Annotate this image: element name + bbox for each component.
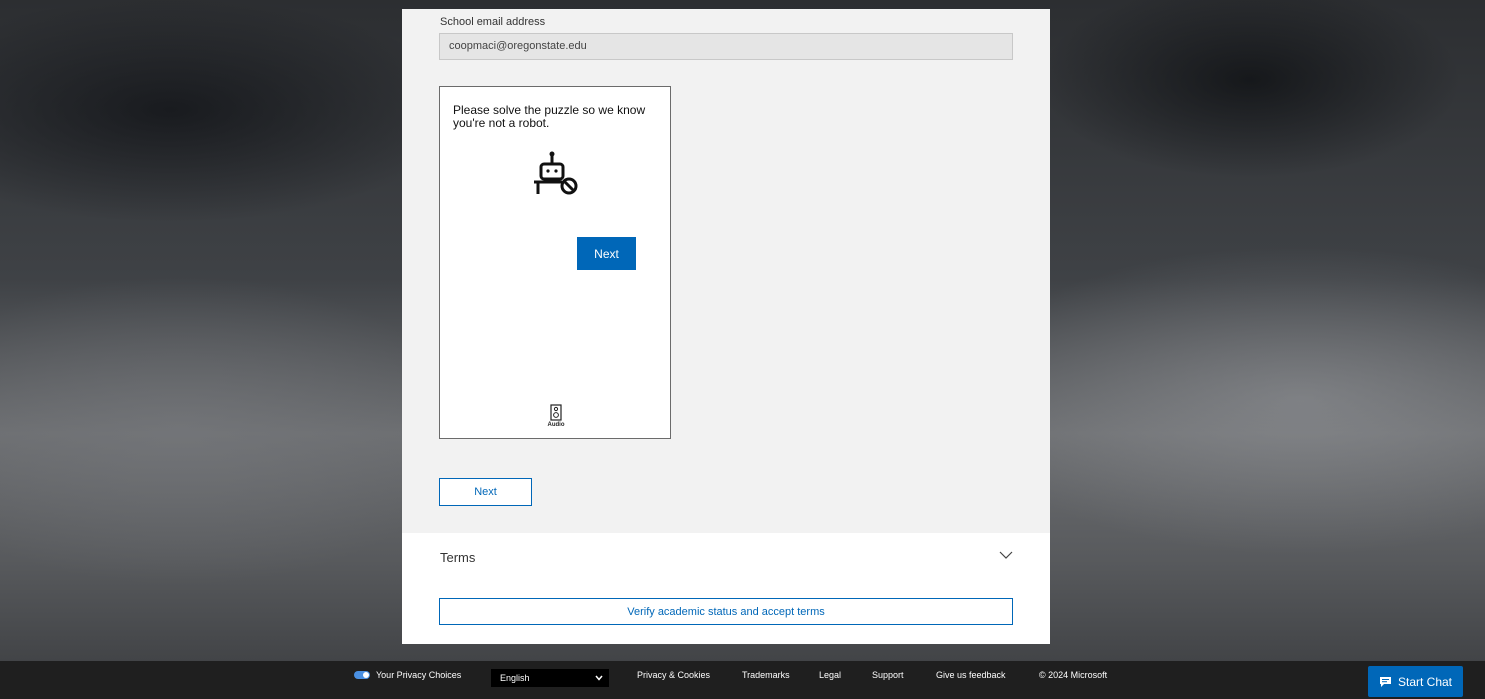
feedback-link[interactable]: Give us feedback bbox=[936, 670, 1006, 680]
copyright: © 2024 Microsoft bbox=[1039, 670, 1108, 680]
terms-section: Terms Verify academic status and accept … bbox=[402, 533, 1050, 644]
chevron-down-icon bbox=[595, 675, 603, 681]
audio-button[interactable]: Audio bbox=[536, 404, 576, 428]
support-link[interactable]: Support bbox=[872, 670, 904, 680]
start-chat-label: Start Chat bbox=[1397, 674, 1453, 689]
chat-icon bbox=[1379, 676, 1391, 687]
signup-panel: School email address coopmaci@oregonstat… bbox=[402, 9, 1050, 644]
privacy-toggle-icon bbox=[354, 671, 370, 679]
terms-toggle[interactable]: Terms bbox=[440, 550, 475, 565]
speaker-icon bbox=[550, 404, 562, 421]
start-chat-button[interactable]: Start Chat bbox=[1368, 666, 1463, 697]
email-label: School email address bbox=[440, 16, 546, 28]
privacy-choices-label: Your Privacy Choices bbox=[376, 670, 462, 680]
chevron-down-icon[interactable] bbox=[999, 548, 1013, 562]
language-select[interactable]: English bbox=[491, 669, 609, 687]
robot-blocked-icon bbox=[534, 151, 578, 195]
trademarks-link[interactable]: Trademarks bbox=[742, 670, 790, 680]
privacy-choices-link[interactable]: Your Privacy Choices bbox=[354, 670, 461, 680]
email-field[interactable]: coopmaci@oregonstate.edu bbox=[439, 33, 1013, 60]
privacy-cookies-link[interactable]: Privacy & Cookies bbox=[637, 670, 710, 680]
captcha-prompt: Please solve the puzzle so we know you'r… bbox=[453, 103, 646, 130]
captcha-next-button[interactable]: Next bbox=[577, 237, 636, 270]
audio-label: Audio bbox=[547, 422, 565, 428]
footer: Your Privacy Choices English Privacy & C… bbox=[0, 661, 1485, 699]
captcha-frame: Please solve the puzzle so we know you'r… bbox=[439, 86, 671, 439]
legal-link[interactable]: Legal bbox=[819, 670, 841, 680]
next-button[interactable]: Next bbox=[439, 478, 532, 506]
verify-academic-status-button[interactable]: Verify academic status and accept terms bbox=[439, 598, 1013, 625]
language-value: English bbox=[500, 673, 530, 683]
